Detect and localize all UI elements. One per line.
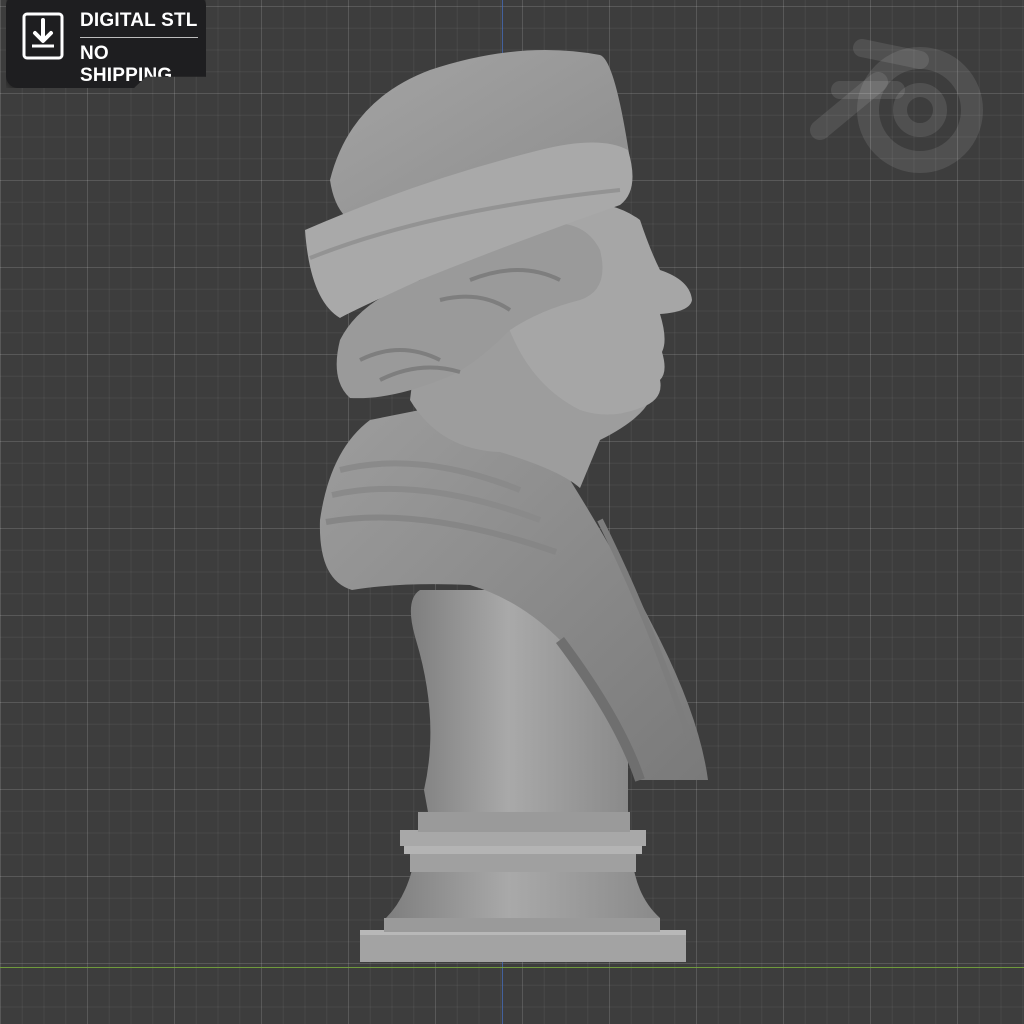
download-icon bbox=[22, 12, 64, 60]
badge-divider bbox=[80, 37, 198, 38]
digital-stl-badge: DIGITAL STL NO SHIPPING bbox=[6, 0, 206, 88]
bust-sculpture bbox=[305, 50, 708, 962]
3d-viewport[interactable] bbox=[0, 0, 1024, 1024]
badge-title: DIGITAL STL bbox=[80, 10, 198, 31]
bust-head bbox=[305, 50, 692, 488]
